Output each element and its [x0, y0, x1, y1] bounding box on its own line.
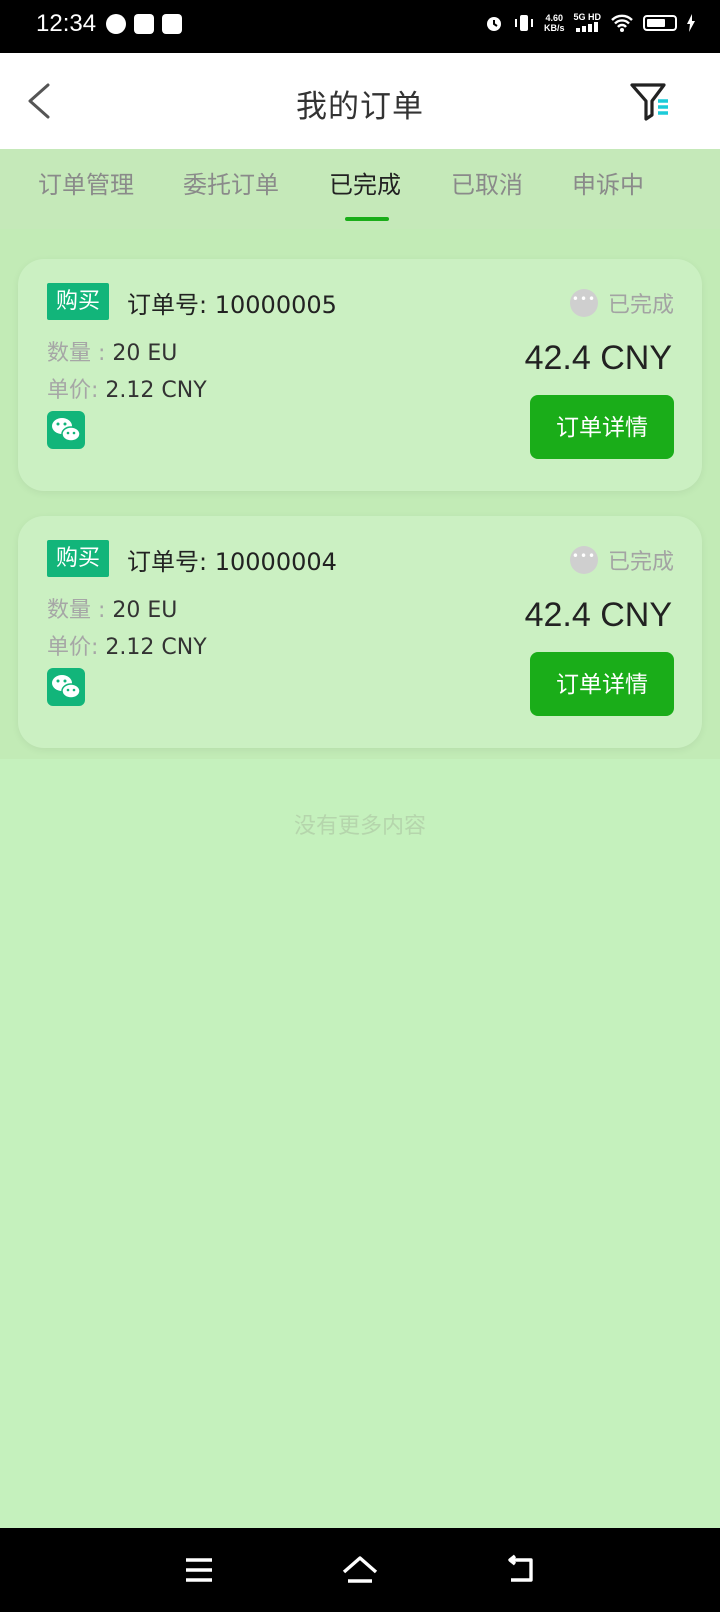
- system-nav-bar: [0, 1528, 720, 1612]
- unit-price-row: 单价: 2.12 CNY: [47, 372, 207, 404]
- filter-button[interactable]: [628, 79, 674, 123]
- vibrate-icon: [514, 15, 533, 31]
- network-type: 5G HD: [573, 12, 601, 22]
- wechat-pay-icon: [47, 668, 85, 706]
- back-nav-icon: [508, 1554, 533, 1582]
- alarm-icon: [486, 17, 501, 31]
- order-status-text: 已完成: [607, 293, 674, 318]
- quantity-value: 20 EU: [112, 341, 178, 366]
- wifi-icon: [611, 14, 633, 32]
- status-bar: 12:34 4.60 KB/s 5G HD: [0, 0, 720, 53]
- order-tabs: 订单管理 委托订单 已完成 已取消 申诉中: [0, 149, 720, 229]
- order-status-text: 已完成: [607, 550, 674, 575]
- order-number: 订单号: 10000004: [127, 542, 337, 577]
- more-dots-icon: [569, 289, 598, 317]
- no-more-content-text: 没有更多内容: [293, 814, 426, 839]
- signal-icon: [576, 22, 599, 32]
- back-nav-button[interactable]: [499, 1548, 543, 1592]
- net-speed: 4.60: [545, 13, 563, 23]
- order-detail-button[interactable]: 订单详情: [530, 652, 674, 716]
- unit-price-label: 单价:: [47, 635, 99, 660]
- quantity-value: 20 EU: [112, 598, 178, 623]
- home-button[interactable]: [338, 1548, 382, 1592]
- app-notification-icon-2: [162, 14, 182, 34]
- app-notification-icon: [134, 14, 154, 34]
- order-status: 已完成: [569, 287, 674, 319]
- unit-price-row: 单价: 2.12 CNY: [47, 629, 207, 661]
- order-card: 购买 订单号: 10000004 已完成 数量 : 20 EU 单价: 2.12…: [18, 516, 702, 748]
- order-number-value: 10000004: [214, 548, 337, 576]
- unit-price-value: 2.12 CNY: [105, 378, 207, 403]
- quantity-row: 数量 : 20 EU: [47, 335, 177, 367]
- order-status: 已完成: [569, 544, 674, 576]
- order-type-badge: 购买: [47, 540, 110, 577]
- order-number-label: 订单号:: [127, 291, 208, 319]
- menu-icon: [186, 1558, 212, 1582]
- unit-price-label: 单价:: [47, 378, 99, 403]
- page-title: 我的订单: [296, 89, 424, 125]
- order-card: 购买 订单号: 10000005 已完成 数量 : 20 EU 单价: 2.12…: [18, 259, 702, 491]
- order-type-badge: 购买: [47, 283, 110, 320]
- unit-price-value: 2.12 CNY: [105, 635, 207, 660]
- order-detail-button[interactable]: 订单详情: [530, 395, 674, 459]
- tab-appealing[interactable]: 申诉中: [572, 165, 644, 200]
- quantity-label: 数量 :: [47, 598, 106, 623]
- wechat-pay-icon: [47, 411, 85, 449]
- top-app-bar: 我的订单: [0, 53, 720, 149]
- order-number-label: 订单号:: [127, 548, 208, 576]
- tab-order-management[interactable]: 订单管理: [38, 165, 134, 200]
- home-icon: [342, 1556, 378, 1583]
- order-total: 42.4 CNY: [524, 339, 672, 377]
- quantity-label: 数量 :: [47, 341, 106, 366]
- order-total: 42.4 CNY: [524, 596, 672, 634]
- order-number-value: 10000005: [214, 291, 337, 319]
- net-speed-unit: KB/s: [543, 23, 565, 33]
- more-dots-icon: [569, 546, 598, 574]
- order-number: 订单号: 10000005: [127, 285, 337, 320]
- message-icon: [106, 14, 126, 34]
- filter-icon: [630, 83, 668, 121]
- tab-completed[interactable]: 已完成: [329, 165, 401, 200]
- menu-button[interactable]: [177, 1548, 221, 1592]
- status-time: 12:34: [36, 10, 97, 37]
- active-tab-indicator: [345, 217, 389, 221]
- tab-cancelled[interactable]: 已取消: [451, 165, 523, 200]
- quantity-row: 数量 : 20 EU: [47, 592, 177, 624]
- tab-entrusted-orders[interactable]: 委托订单: [183, 165, 279, 200]
- battery-icon: [643, 15, 677, 31]
- charging-icon: [687, 14, 695, 32]
